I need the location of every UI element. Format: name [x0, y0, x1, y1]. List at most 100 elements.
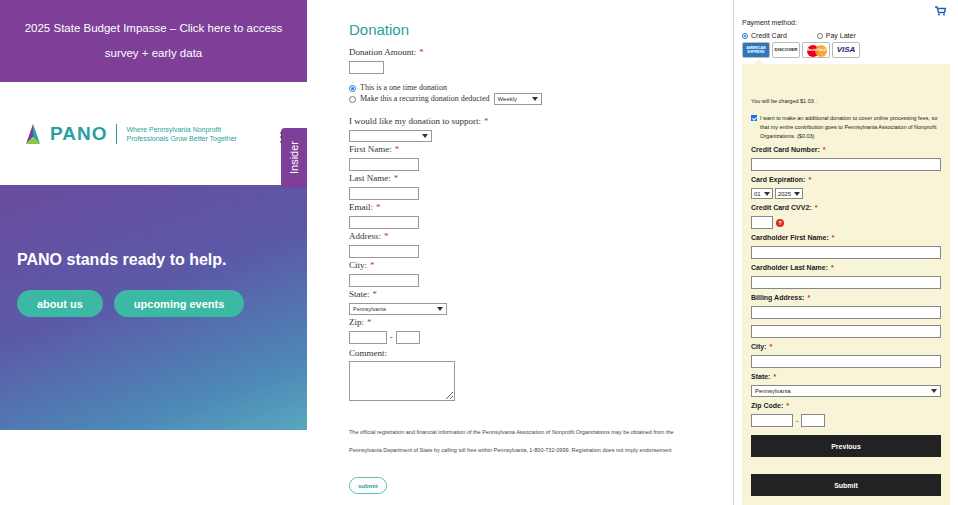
payment-field: Zip Code:*-: [751, 401, 941, 427]
radio-button[interactable]: [742, 33, 748, 39]
required-mark: *: [808, 176, 811, 183]
cvv-row: ?: [751, 213, 941, 229]
cvv-input[interactable]: [751, 216, 773, 229]
insider-tab[interactable]: ⋮Insider: [281, 128, 307, 188]
payment-field: City:*: [751, 342, 941, 368]
hero-heading: PANO stands ready to help.: [17, 250, 290, 270]
option-label: This is a one time donation: [360, 83, 447, 93]
text-input[interactable]: [349, 187, 419, 200]
disclaimer: The official registration and financial …: [349, 423, 733, 459]
hero-button[interactable]: about us: [17, 290, 103, 317]
payment-field: State:*Pennsylvania: [751, 372, 941, 397]
field-label: City:*: [349, 260, 733, 271]
zip-extension-input[interactable]: [801, 414, 825, 427]
card-logo: VISA: [832, 42, 860, 58]
payment-method-option[interactable]: Pay Later: [817, 31, 856, 40]
fee-option[interactable]: I want to make an additional donation to…: [751, 114, 941, 141]
logo[interactable]: PANO Where Pennsylvania NonprofitProfessi…: [0, 82, 307, 185]
option-label: Pay Later: [826, 31, 856, 40]
field-label: Credit Card CVV2:*: [751, 203, 941, 213]
dropdown-icon: [931, 389, 937, 393]
payment-field: Card Expiration:* 012025: [751, 175, 941, 199]
text-input[interactable]: [751, 355, 941, 368]
field-label: Last Name:*: [349, 173, 733, 184]
required-mark: *: [370, 260, 375, 270]
fee-label: I want to make an additional donation to…: [760, 114, 941, 141]
required-mark: *: [815, 204, 818, 211]
text-input[interactable]: [349, 158, 419, 171]
select-input[interactable]: Pennsylvania: [349, 303, 447, 315]
announcement-banner[interactable]: 2025 State Budget Impasse – Click here t…: [0, 0, 307, 82]
insider-label: Insider: [288, 141, 300, 174]
payment-method-option[interactable]: Credit Card: [742, 31, 787, 40]
text-input[interactable]: [349, 245, 419, 258]
logo-name: PANO: [50, 123, 107, 145]
frequency-option[interactable]: This is a one time donation: [349, 83, 733, 93]
year-select[interactable]: 2025: [775, 188, 803, 199]
required-mark: *: [376, 202, 381, 212]
text-input[interactable]: [751, 276, 941, 289]
month-select[interactable]: 01: [751, 188, 773, 199]
card-logos: AMERICAN EXPRESSDISCOVERMasterCardVISA: [742, 42, 950, 58]
field-label: Credit Card Number:*: [751, 145, 941, 155]
address-line-1-input[interactable]: [751, 306, 941, 319]
required-mark: *: [823, 146, 826, 153]
field-label: Card Expiration:*: [751, 175, 941, 185]
form-field: Last Name:*: [349, 173, 733, 200]
payment-panel: Payment method:Credit CardPay LaterAMERI…: [733, 0, 958, 505]
card-name: MasterCard: [806, 48, 826, 52]
frequency-option[interactable]: Make this a recurring donation deductedW…: [349, 93, 733, 105]
menu-dots-icon[interactable]: ⋮: [275, 130, 287, 144]
field-label: I would like my donation to support:*: [349, 116, 733, 127]
required-mark: *: [384, 231, 389, 241]
disclaimer-line: Pennsylvania Department of State by call…: [349, 441, 733, 459]
form-field: State:*Pennsylvania: [349, 289, 733, 315]
logo-tagline: Where Pennsylvania NonprofitProfessional…: [126, 125, 236, 143]
radio-button[interactable]: [349, 85, 356, 92]
form-field: Email:*: [349, 202, 733, 229]
help-icon[interactable]: ?: [776, 219, 784, 227]
text-input[interactable]: [751, 158, 941, 171]
radio-button[interactable]: [817, 33, 823, 39]
card-name: DISCOVER: [775, 48, 798, 52]
form-button[interactable]: Previous: [751, 435, 941, 457]
address-line-2-input[interactable]: [751, 325, 941, 338]
cart-icon[interactable]: [935, 6, 946, 16]
cart-row: [742, 0, 950, 16]
form-field: Comment:: [349, 348, 733, 401]
frequency-options: This is a one time donationMake this a r…: [349, 83, 733, 105]
text-input[interactable]: [349, 274, 419, 287]
required-mark: *: [367, 317, 372, 327]
select-input[interactable]: [349, 130, 432, 142]
hero-button[interactable]: upcoming events: [114, 290, 244, 317]
text-input[interactable]: [751, 246, 941, 259]
zip-extension-input[interactable]: [396, 331, 420, 344]
dropdown-icon: [422, 134, 428, 138]
field-label: Email:*: [349, 202, 733, 213]
zip-inputs: -: [751, 411, 941, 427]
card-logo: MasterCard: [802, 42, 830, 58]
donation-form: DonationDonation Amount:*This is a one t…: [307, 0, 733, 505]
required-mark: *: [770, 343, 773, 350]
form-button[interactable]: Submit: [751, 474, 941, 496]
checkbox[interactable]: [751, 115, 757, 121]
form-title: Donation: [349, 21, 733, 39]
zip-input[interactable]: [349, 331, 387, 344]
payment-field: Credit Card Number:*: [751, 145, 941, 171]
field-label: Billing Address:*: [751, 293, 941, 303]
form-field: First Name:*: [349, 144, 733, 171]
comment-textarea[interactable]: [349, 361, 455, 401]
amount-input[interactable]: [349, 61, 384, 74]
text-input[interactable]: [349, 216, 419, 229]
tagline-line: Where Pennsylvania Nonprofit: [126, 125, 236, 134]
radio-button[interactable]: [349, 96, 356, 103]
site-panel: 2025 State Budget Impasse – Click here t…: [0, 0, 307, 430]
form-field: City:*: [349, 260, 733, 287]
state-select[interactable]: Pennsylvania: [751, 385, 941, 397]
check-icon: [752, 116, 757, 121]
select-value: Pennsylvania: [353, 306, 386, 312]
zip-input[interactable]: [751, 414, 793, 427]
submit-button[interactable]: submit: [349, 477, 387, 494]
disclaimer-line: The official registration and financial …: [349, 423, 733, 441]
frequency-select[interactable]: Weekly: [494, 93, 542, 105]
